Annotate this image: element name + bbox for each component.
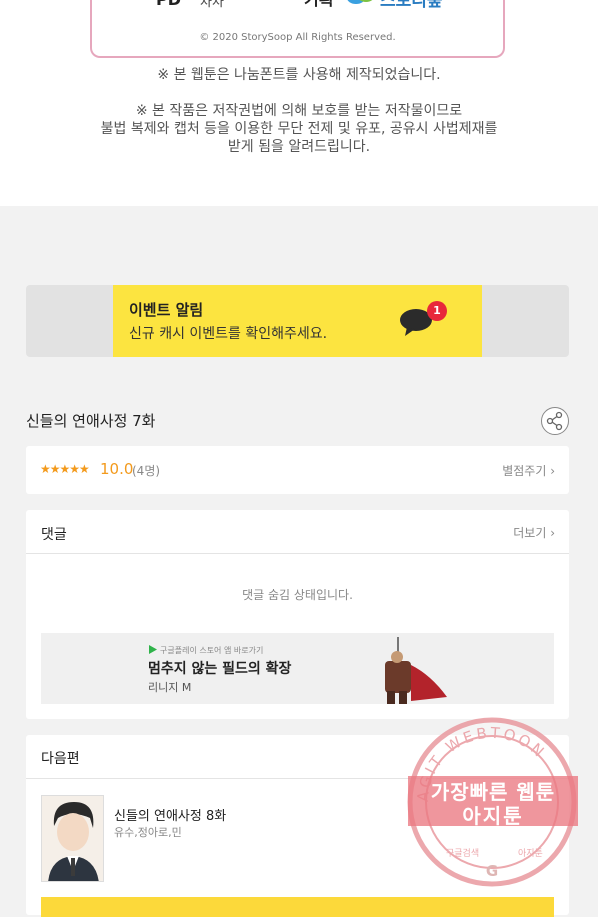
- studio-name: 스토리숲: [380, 0, 443, 11]
- google-g-icon: G: [486, 862, 498, 880]
- watermark-bottom-right: 아지툰: [518, 848, 543, 859]
- credits-box: PD 차차 기획 스토리숲 © 2020 StorySoop All Right…: [90, 0, 505, 58]
- comments-section: 댓글 더보기 › 댓글 숨김 상태입니다. 구글플레이 스토어 앱 바로가기 멈…: [26, 510, 569, 719]
- warrior-character-image: [385, 637, 447, 704]
- episode-title: 신들의 연애사정 7화: [26, 412, 156, 430]
- watermark-banner: 가장빠른 웹툰 아지툰: [408, 776, 578, 828]
- copyright-notice-line: ※ 본 작품은 저작권법에 의해 보호를 받는 저작물이므로: [135, 103, 463, 119]
- rating-stars: ★★★★★: [40, 462, 90, 476]
- next-episode-thumbnail[interactable]: [41, 795, 104, 882]
- next-episode-title: 다음편: [41, 751, 80, 767]
- event-banner[interactable]: 이벤트 알림 신규 캐시 이벤트를 확인해주세요. 1: [26, 285, 569, 357]
- share-icon: [546, 411, 563, 431]
- ad-subtitle: 리니지 M: [148, 681, 192, 694]
- footer-credits-area: PD 차차 기획 스토리숲 © 2020 StorySoop All Right…: [0, 0, 598, 206]
- font-notice: ※ 본 웹툰은 나눔폰트를 사용해 제작되었습니다.: [157, 67, 441, 83]
- pd-name: 차차: [200, 0, 224, 10]
- comments-more-link[interactable]: 더보기 ›: [513, 524, 555, 541]
- copyright-notice: ※ 본 작품은 저작권법에 의해 보호를 받는 저작물이므로 불법 복제와 캡처…: [0, 102, 598, 156]
- next-episode-authors: 유수,정아로,민: [114, 826, 182, 839]
- watermark-line2: 아지툰: [462, 804, 524, 828]
- rating-score: 10.0: [100, 460, 134, 478]
- ad-store-text: 구글플레이 스토어 앱 바로가기: [160, 646, 264, 655]
- pd-label: PD: [156, 0, 181, 9]
- storysoop-logo-icon: [347, 0, 373, 4]
- event-notice[interactable]: 이벤트 알림 신규 캐시 이벤트를 확인해주세요. 1: [113, 285, 482, 357]
- ad-banner[interactable]: 구글플레이 스토어 앱 바로가기 멈추지 않는 필드의 확장 리니지 M: [41, 633, 554, 704]
- next-episode-name[interactable]: 신들의 연애사정 8화: [114, 805, 226, 824]
- google-play-icon: [149, 645, 157, 654]
- event-subtitle: 신규 캐시 이벤트를 확인해주세요.: [129, 326, 328, 342]
- rating-count: (4명): [132, 464, 161, 478]
- event-title: 이벤트 알림: [129, 301, 204, 319]
- copyright-text: © 2020 StorySoop All Rights Reserved.: [199, 32, 396, 43]
- comments-hidden-message: 댓글 숨김 상태입니다.: [242, 588, 353, 602]
- next-episode-button[interactable]: [41, 897, 554, 917]
- rate-button[interactable]: 별점주기 ›: [502, 462, 555, 479]
- comments-title: 댓글: [41, 527, 67, 543]
- rating-bar: ★★★★★ 10.0 (4명) 별점주기 ›: [26, 446, 569, 494]
- ad-title: 멈추지 않는 필드의 확장: [148, 661, 292, 677]
- watermark-bottom-left: 구글검색: [446, 847, 479, 859]
- copyright-notice-line: 받게 됨을 알려드립니다.: [227, 139, 371, 155]
- plan-label: 기획: [304, 0, 333, 10]
- share-button[interactable]: [541, 407, 569, 435]
- notification-badge: 1: [427, 301, 447, 321]
- character-portrait-image: [42, 796, 103, 881]
- comments-header: 댓글 더보기 ›: [26, 510, 569, 554]
- copyright-notice-line: 불법 복제와 캡처 등을 이용한 무단 전제 및 유포, 공유시 사법제재를: [100, 121, 498, 137]
